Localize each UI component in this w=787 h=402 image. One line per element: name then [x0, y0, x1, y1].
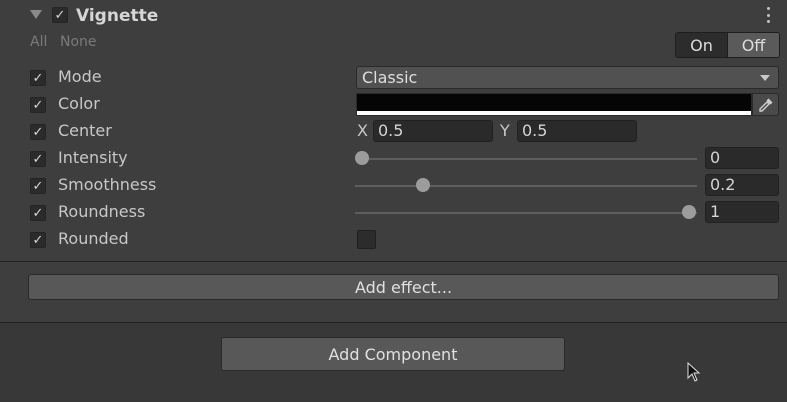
chevron-down-icon	[760, 75, 770, 81]
label-roundness: Roundness	[58, 202, 146, 221]
intensity-slider-handle[interactable]	[355, 151, 369, 165]
eyedropper-icon[interactable]	[752, 93, 779, 116]
label-center: Center	[58, 121, 112, 140]
roundness-slider-handle[interactable]	[682, 205, 696, 219]
rounded-toggle[interactable]	[357, 230, 376, 249]
center-y-label: Y	[500, 121, 510, 140]
color-field[interactable]	[356, 93, 752, 116]
mode-dropdown[interactable]: Classic	[356, 66, 779, 89]
label-color: Color	[58, 94, 100, 113]
smoothness-field[interactable]: 0.2	[705, 174, 779, 196]
divider	[0, 322, 787, 323]
foldout-arrow-icon[interactable]	[30, 10, 42, 19]
roundness-slider-track[interactable]	[355, 212, 697, 214]
off-button[interactable]: Off	[728, 33, 779, 57]
intensity-slider-track[interactable]	[362, 158, 697, 160]
smoothness-slider-track[interactable]	[355, 185, 697, 187]
override-checkbox-color[interactable]: ✓	[30, 97, 46, 113]
all-link[interactable]: All	[30, 34, 47, 50]
alpha-bar	[357, 111, 751, 115]
override-checkbox-intensity[interactable]: ✓	[30, 151, 46, 167]
label-smoothness: Smoothness	[58, 175, 157, 194]
label-rounded: Rounded	[58, 229, 129, 248]
on-off-toggle[interactable]: On Off	[675, 32, 780, 58]
checkmark-icon: ✓	[54, 7, 66, 23]
override-checkbox-smoothness[interactable]: ✓	[30, 178, 46, 194]
component-enable-checkbox[interactable]: ✓	[52, 7, 68, 23]
intensity-field[interactable]: 0	[705, 147, 779, 169]
override-checkbox-rounded[interactable]: ✓	[30, 232, 46, 248]
none-link[interactable]: None	[60, 34, 97, 50]
center-y-field[interactable]: 0.5	[517, 120, 637, 142]
label-mode: Mode	[58, 67, 102, 86]
on-button[interactable]: On	[676, 33, 728, 57]
mode-value: Classic	[362, 68, 418, 87]
smoothness-slider-handle[interactable]	[416, 178, 431, 192]
center-x-label: X	[357, 121, 368, 140]
add-component-button[interactable]: Add Component	[221, 337, 565, 371]
component-title: Vignette	[76, 6, 159, 26]
override-checkbox-roundness[interactable]: ✓	[30, 205, 46, 221]
kebab-menu-icon[interactable]	[762, 6, 774, 24]
vignette-panel: ✓ Vignette All None On Off ✓ Mode ✓ Colo…	[0, 0, 787, 262]
label-intensity: Intensity	[58, 148, 128, 167]
mouse-cursor-icon	[687, 361, 701, 386]
override-checkbox-mode[interactable]: ✓	[30, 70, 46, 86]
roundness-field[interactable]: 1	[705, 201, 779, 223]
add-effect-button[interactable]: Add effect...	[28, 274, 779, 300]
override-checkbox-center[interactable]: ✓	[30, 124, 46, 140]
center-x-field[interactable]: 0.5	[373, 120, 493, 142]
